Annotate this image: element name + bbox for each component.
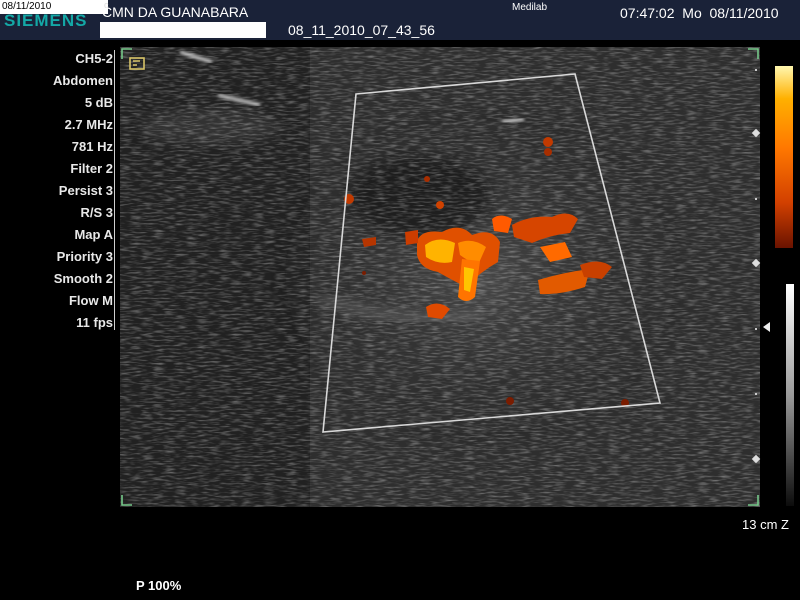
depth-tick — [755, 198, 757, 200]
param-frequency: 2.7 MHz — [64, 117, 113, 132]
param-filter: Filter 2 — [70, 161, 113, 176]
scan-parameters: CH5-2 Abdomen 5 dB 2.7 MHz 781 Hz Filter… — [0, 48, 113, 334]
param-preset: Abdomen — [53, 73, 113, 88]
param-rs: R/S 3 — [80, 205, 113, 220]
depth-tick — [755, 393, 757, 395]
color-velocity-bar — [775, 66, 793, 248]
vendor-label: Medilab — [512, 2, 548, 13]
clinic-name: CMN DA GUANABARA — [102, 4, 249, 20]
param-transducer: CH5-2 — [75, 51, 113, 66]
param-fps: 11 fps — [76, 315, 113, 330]
brand-logo: SIEMENS — [4, 11, 88, 30]
power-readout: P 100% — [136, 578, 182, 593]
params-divider — [114, 50, 115, 330]
param-smooth: Smooth 2 — [53, 271, 113, 286]
study-id: 08_11_2010_07_43_56 — [288, 22, 435, 38]
param-gain: 5 dB — [84, 95, 113, 110]
param-flow: Flow M — [68, 293, 113, 308]
focus-pointer-icon[interactable] — [763, 322, 770, 332]
grayscale-bar — [786, 284, 794, 506]
param-map: Map A — [74, 227, 113, 242]
param-prf: 781 Hz — [71, 139, 113, 154]
depth-tick — [755, 328, 757, 330]
param-priority: Priority 3 — [56, 249, 113, 264]
param-persist: Persist 3 — [58, 183, 113, 198]
depth-readout: 13 cm Z — [742, 517, 789, 532]
ultrasound-image — [120, 47, 760, 507]
patient-name-field — [100, 22, 266, 38]
depth-tick — [755, 69, 757, 71]
clock-datetime: 07:47:02 Mo 08/11/2010 — [620, 5, 779, 21]
